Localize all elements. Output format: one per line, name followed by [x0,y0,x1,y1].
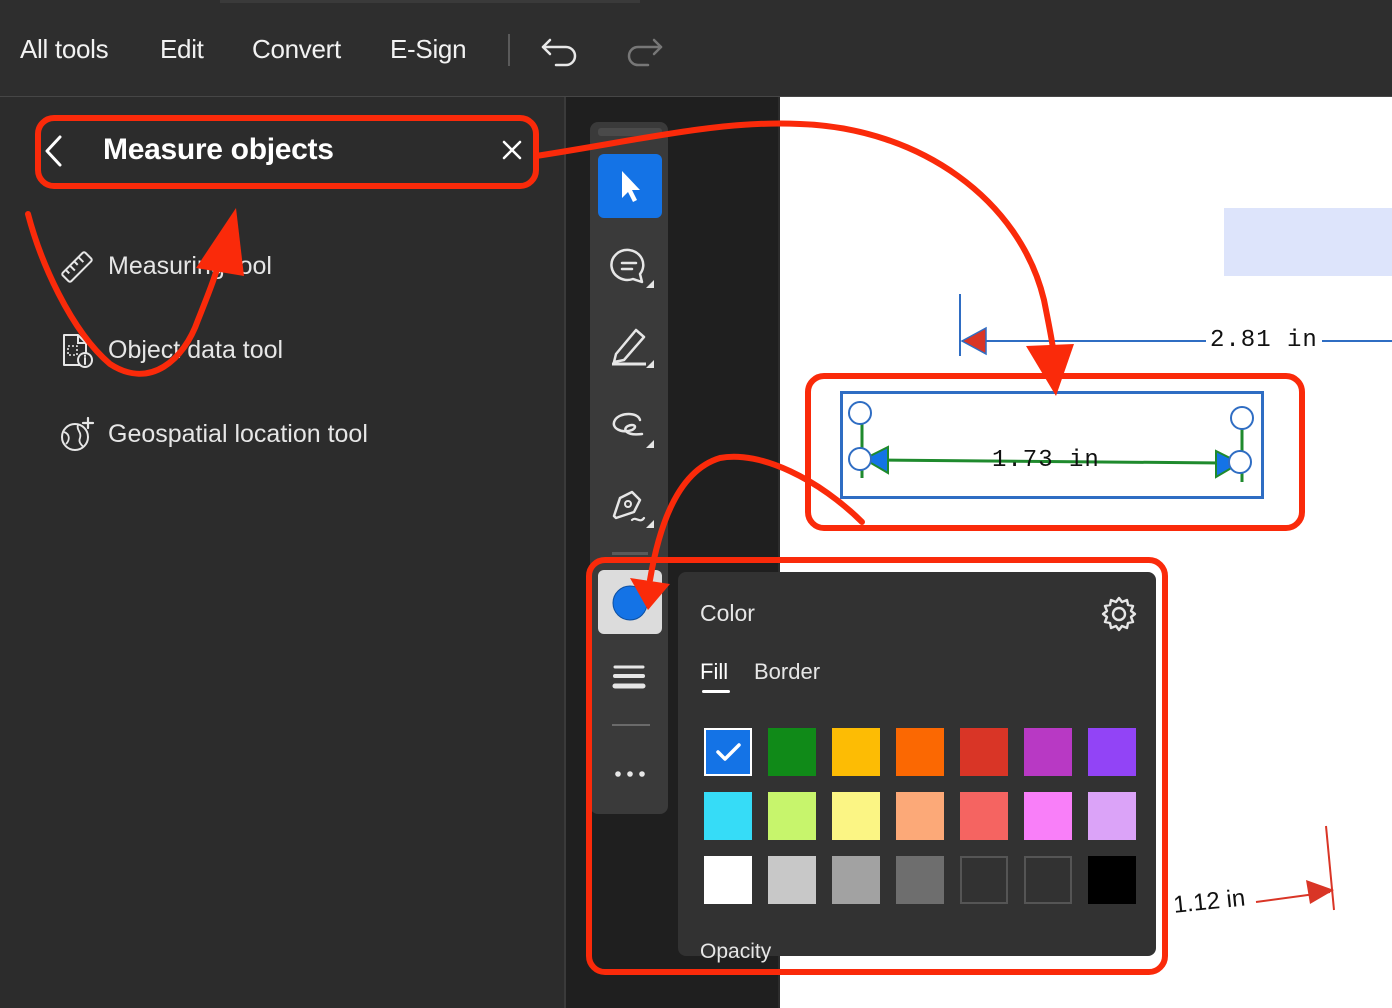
draw-icon[interactable] [598,396,662,460]
more-icon[interactable] [598,742,662,806]
menu-convert[interactable]: Convert [252,34,341,65]
dimension-label-selected: 1.73 in [992,447,1100,474]
color-swatch[interactable] [704,856,752,904]
color-swatch[interactable] [896,728,944,776]
color-swatch[interactable] [896,792,944,840]
checkmark-icon [716,743,741,761]
measuring-tool-label: Measuring tool [108,252,272,280]
color-swatch[interactable] [704,792,752,840]
dimension-label-top: 2.81 in [1206,327,1322,354]
geospatial-tool-label: Geospatial location tool [108,420,368,448]
color-swatch[interactable] [704,728,752,776]
selected-measurement[interactable] [840,391,1264,499]
tab-fill[interactable]: Fill [700,659,728,685]
toolbar-grip [598,128,662,136]
ruler-icon [61,251,93,283]
color-popover-title: Color [700,600,755,626]
color-swatch[interactable] [832,728,880,776]
select-tool-button[interactable] [598,154,662,218]
color-swatch[interactable] [1024,792,1072,840]
panel-title: Measure objects [103,133,334,166]
globe-plus-icon [61,416,95,451]
geospatial-tool-item[interactable]: Geospatial location tool [58,412,478,456]
measuring-tool-item[interactable]: Measuring tool [58,244,478,288]
color-swatch[interactable] [1088,856,1136,904]
color-swatch-empty[interactable] [960,856,1008,904]
color-swatch[interactable] [960,792,1008,840]
color-tool-button[interactable] [598,570,662,634]
object-data-tool-label: Object data tool [108,336,284,364]
tab-border[interactable]: Border [754,659,820,685]
object-data-tool-item[interactable]: Object data tool [58,328,478,372]
tools-panel [0,97,566,1008]
select-icon [622,171,640,202]
menu-esign[interactable]: E-Sign [390,34,467,65]
color-icon [612,585,648,621]
line-weight-icon[interactable] [598,646,662,710]
highlight-icon[interactable] [598,316,662,380]
color-swatch[interactable] [832,792,880,840]
undo-icon[interactable] [540,32,580,68]
top-bar [0,0,1392,97]
menu-all-tools[interactable]: All tools [20,34,109,65]
sign-icon[interactable] [598,476,662,540]
tab-fill-underline [702,690,730,693]
color-swatch[interactable] [1024,728,1072,776]
highlighted-block [1224,208,1392,276]
color-swatch[interactable] [832,856,880,904]
color-swatch[interactable] [960,728,1008,776]
color-swatch[interactable] [768,856,816,904]
vertical-toolbar [590,122,668,814]
color-swatch[interactable] [1088,728,1136,776]
comment-icon[interactable] [598,236,662,300]
color-swatch[interactable] [1088,792,1136,840]
opacity-label: Opacity [700,940,772,963]
menu-divider [508,34,510,66]
color-swatch[interactable] [768,728,816,776]
toolbar-divider [612,724,650,726]
back-chevron-icon[interactable] [42,133,64,169]
redo-icon[interactable] [624,32,664,68]
color-swatch[interactable] [768,792,816,840]
toolbar-divider-top [612,552,648,555]
top-strip [220,0,640,3]
object-data-icon [63,334,93,368]
close-icon[interactable] [500,138,524,162]
gear-icon[interactable] [1100,595,1138,633]
menu-edit[interactable]: Edit [160,34,204,65]
color-swatch[interactable] [896,856,944,904]
color-swatch-empty[interactable] [1024,856,1072,904]
